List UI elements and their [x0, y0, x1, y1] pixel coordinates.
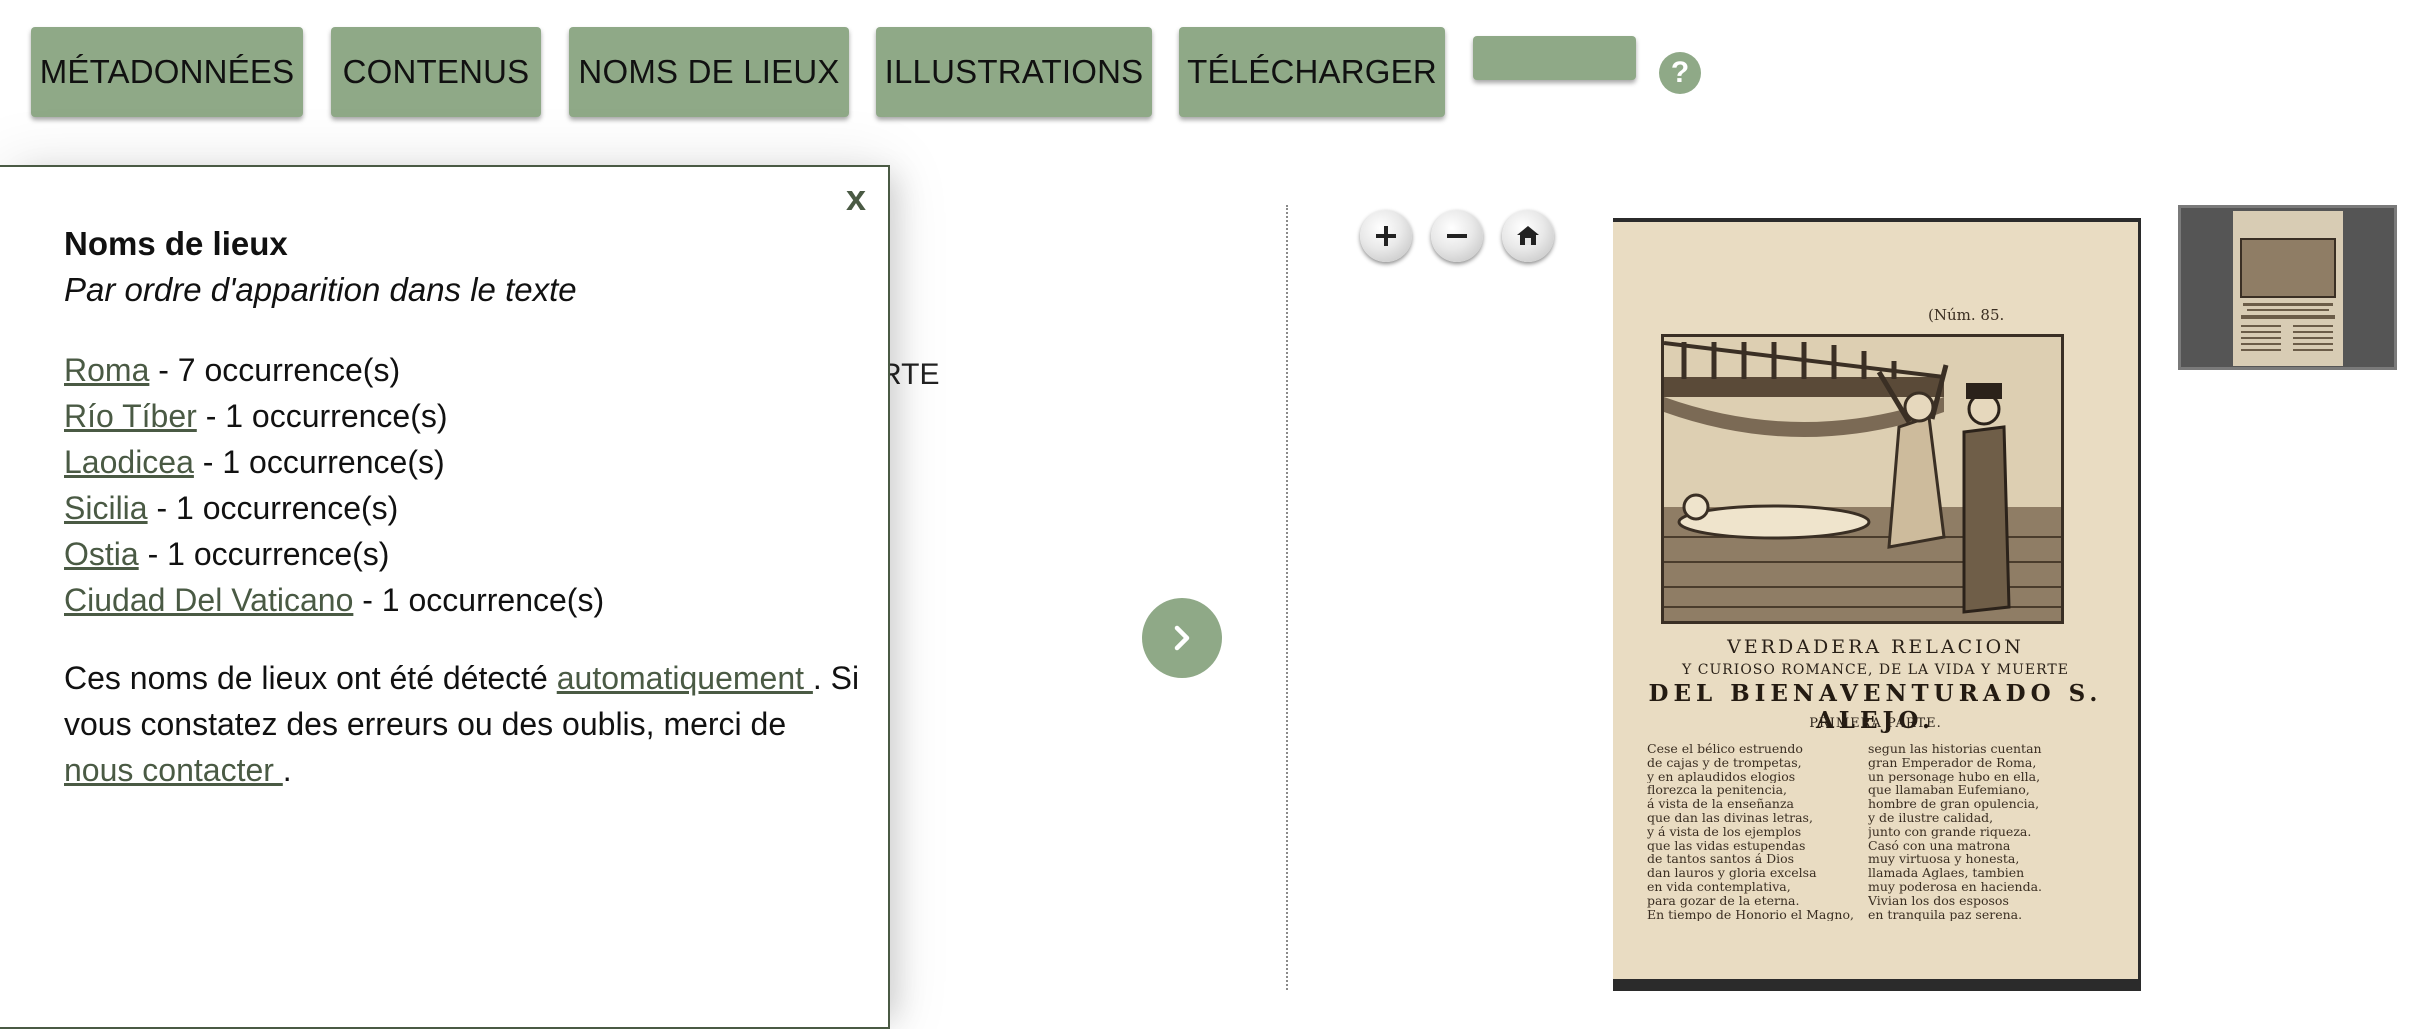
zoom-out-icon: [1447, 234, 1467, 238]
page-thumbnail[interactable]: [2178, 205, 2397, 370]
verse-line: en tranquila paz serena.: [1868, 907, 2023, 922]
verse-line: hombre de gran opulencia,: [1868, 797, 2040, 811]
occurrence-count: - 1 occurrence(s): [196, 398, 448, 434]
place-link[interactable]: Ostia: [64, 536, 139, 572]
occurrence-count: - 1 occurrence(s): [147, 490, 399, 526]
list-item: Ciudad Del Vaticano - 1 occurrence(s): [64, 577, 604, 623]
zoom-in-icon: [1376, 226, 1396, 246]
verse-line: á vista de la enseñanza: [1647, 797, 1794, 811]
verse-line: que las vidas estupendas: [1647, 838, 1806, 853]
thumbnail-page: [2233, 211, 2343, 366]
list-item: Roma - 7 occurrence(s): [64, 347, 604, 393]
verse-line: Casó con una matrona: [1868, 838, 2011, 853]
contact-link[interactable]: nous contacter: [64, 752, 283, 788]
verse-line: gran Emperador de Roma,: [1868, 755, 2037, 770]
verse-line: junto con grande riqueza.: [1868, 824, 2032, 839]
verse-line: para gozar de la eterna.: [1647, 893, 1800, 908]
list-item: Sicilia - 1 occurrence(s): [64, 485, 604, 531]
home-button[interactable]: [1502, 210, 1554, 262]
note-text: .: [282, 752, 292, 788]
close-button[interactable]: x: [846, 177, 866, 219]
detection-note: Ces noms de lieux ont été détecté automa…: [64, 655, 864, 793]
occurrence-count: - 7 occurrence(s): [149, 352, 401, 388]
place-names-panel: x Noms de lieux Par ordre d'apparition d…: [0, 165, 890, 1029]
verse-line: Vivian los dos esposos: [1868, 893, 2009, 908]
verse-line: muy virtuosa y honesta,: [1868, 852, 2020, 867]
verse-line: segun las historias cuentan: [1868, 742, 2042, 756]
place-list: Roma - 7 occurrence(s) Río Tíber - 1 occ…: [64, 347, 604, 623]
verse-line: que llamaban Eufemiano,: [1868, 783, 2030, 798]
place-link[interactable]: Ciudad Del Vaticano: [64, 582, 353, 618]
chevron-right-icon: [1174, 625, 1190, 651]
illustrations-button[interactable]: ILLUSTRATIONS: [876, 27, 1152, 117]
verse-line: En tiempo de Honorio el Magno,: [1647, 907, 1854, 922]
occurrence-count: - 1 occurrence(s): [353, 582, 605, 618]
place-link[interactable]: Roma: [64, 352, 149, 388]
place-link[interactable]: Sicilia: [64, 490, 148, 526]
verse-line: llamada Aglaes, tambien: [1868, 866, 2025, 880]
zoom-in-button[interactable]: [1360, 210, 1412, 262]
document-page[interactable]: (Núm. 85. VERDADERA RELACION Y CURIOSO R…: [1613, 218, 2141, 991]
panel-subtitle: Par ordre d'apparition dans le texte: [64, 271, 577, 308]
contents-button[interactable]: CONTENUS: [331, 27, 541, 117]
metadata-button[interactable]: MÉTADONNÉES: [31, 27, 303, 117]
zoom-out-button[interactable]: [1431, 210, 1483, 262]
place-names-button[interactable]: NOMS DE LIEUX: [569, 27, 849, 117]
home-icon: [1517, 226, 1539, 245]
verse-line: florezca la penitencia,: [1647, 783, 1788, 798]
page-number: (Núm. 85.: [1928, 306, 2005, 324]
verse-line: de tantos santos á Dios: [1647, 852, 1795, 867]
automatic-link[interactable]: automatiquement: [557, 660, 813, 696]
verse-line: muy poderosa en hacienda.: [1868, 879, 2043, 894]
verse-line: que dan las divinas letras,: [1647, 810, 1813, 825]
woodcut-illustration: [1661, 334, 2064, 624]
unlabeled-button[interactable]: [1473, 36, 1636, 80]
verse-line: Cese el bélico estruendo: [1647, 742, 1803, 756]
download-button[interactable]: TÉLÉCHARGER: [1179, 27, 1445, 117]
verse-line: en vida contemplativa,: [1647, 879, 1791, 894]
document-subheading: Y CURIOSO ROMANCE, DE LA VIDA Y MUERTE: [1682, 662, 2069, 678]
verse-column-left: Cese el bélico estruendo de cajas y de t…: [1647, 742, 1872, 921]
verse-line: dan lauros y gloria excelsa: [1647, 866, 1817, 880]
document-heading: VERDADERA RELACION: [1727, 636, 2024, 658]
verse-line: de cajas y de trompetas,: [1647, 755, 1802, 770]
note-text: Ces noms de lieux ont été détecté: [64, 660, 557, 696]
document-part-label: PRIMERA PARTE.: [1809, 716, 1942, 731]
help-icon[interactable]: ?: [1659, 52, 1701, 94]
list-item: Ostia - 1 occurrence(s): [64, 531, 604, 577]
verse-line: y de ilustre calidad,: [1868, 810, 1994, 825]
list-item: Laodicea - 1 occurrence(s): [64, 439, 604, 485]
occurrence-count: - 1 occurrence(s): [138, 536, 390, 572]
list-item: Río Tíber - 1 occurrence(s): [64, 393, 604, 439]
verse-line: y en aplaudidos elogios: [1647, 769, 1796, 784]
verse-column-right: segun las historias cuentan gran Emperad…: [1868, 742, 2093, 921]
pane-divider: [1286, 205, 1288, 990]
place-link[interactable]: Laodicea: [64, 444, 194, 480]
next-page-button[interactable]: [1142, 598, 1222, 678]
verse-line: un personage hubo en ella,: [1868, 769, 2041, 784]
place-link[interactable]: Río Tíber: [64, 398, 197, 434]
panel-title: Noms de lieux: [64, 225, 288, 262]
top-toolbar: MÉTADONNÉES CONTENUS NOMS DE LIEUX ILLUS…: [0, 0, 2420, 130]
occurrence-count: - 1 occurrence(s): [193, 444, 445, 480]
verse-line: y á vista de los ejemplos: [1647, 824, 1802, 839]
